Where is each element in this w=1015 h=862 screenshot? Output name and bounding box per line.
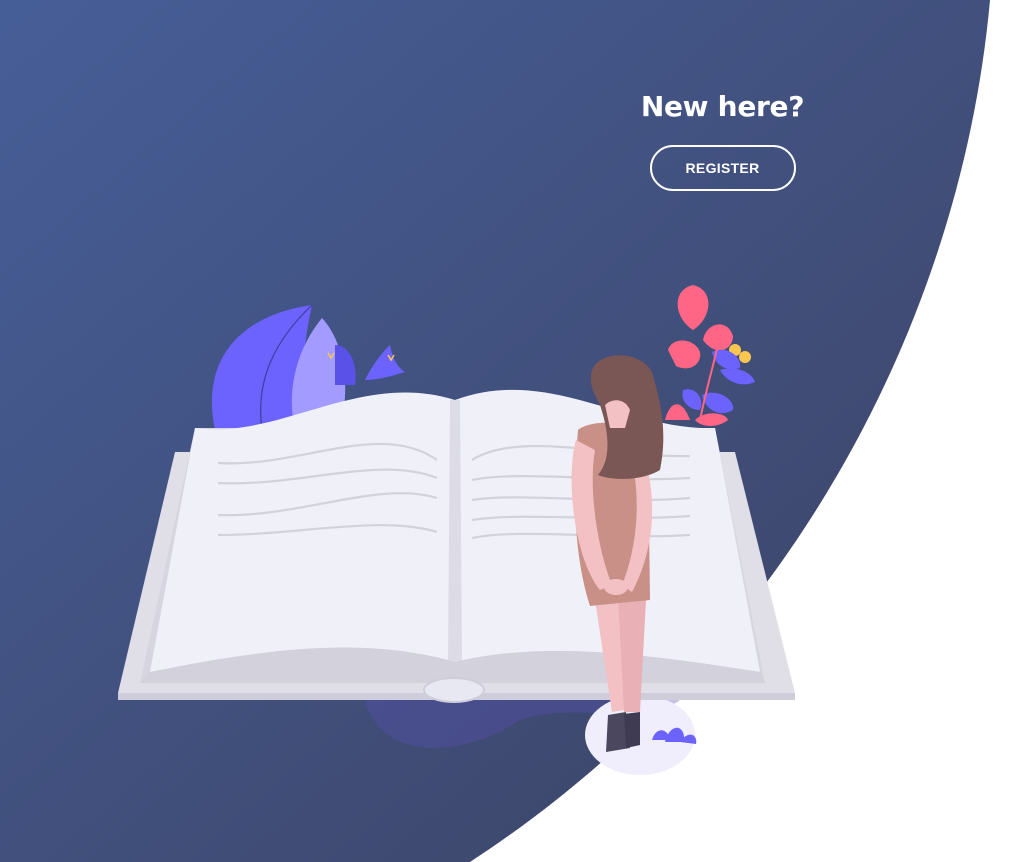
open-book-icon [118,389,795,703]
flower-plant-icon [665,285,755,426]
illustration [118,285,795,775]
